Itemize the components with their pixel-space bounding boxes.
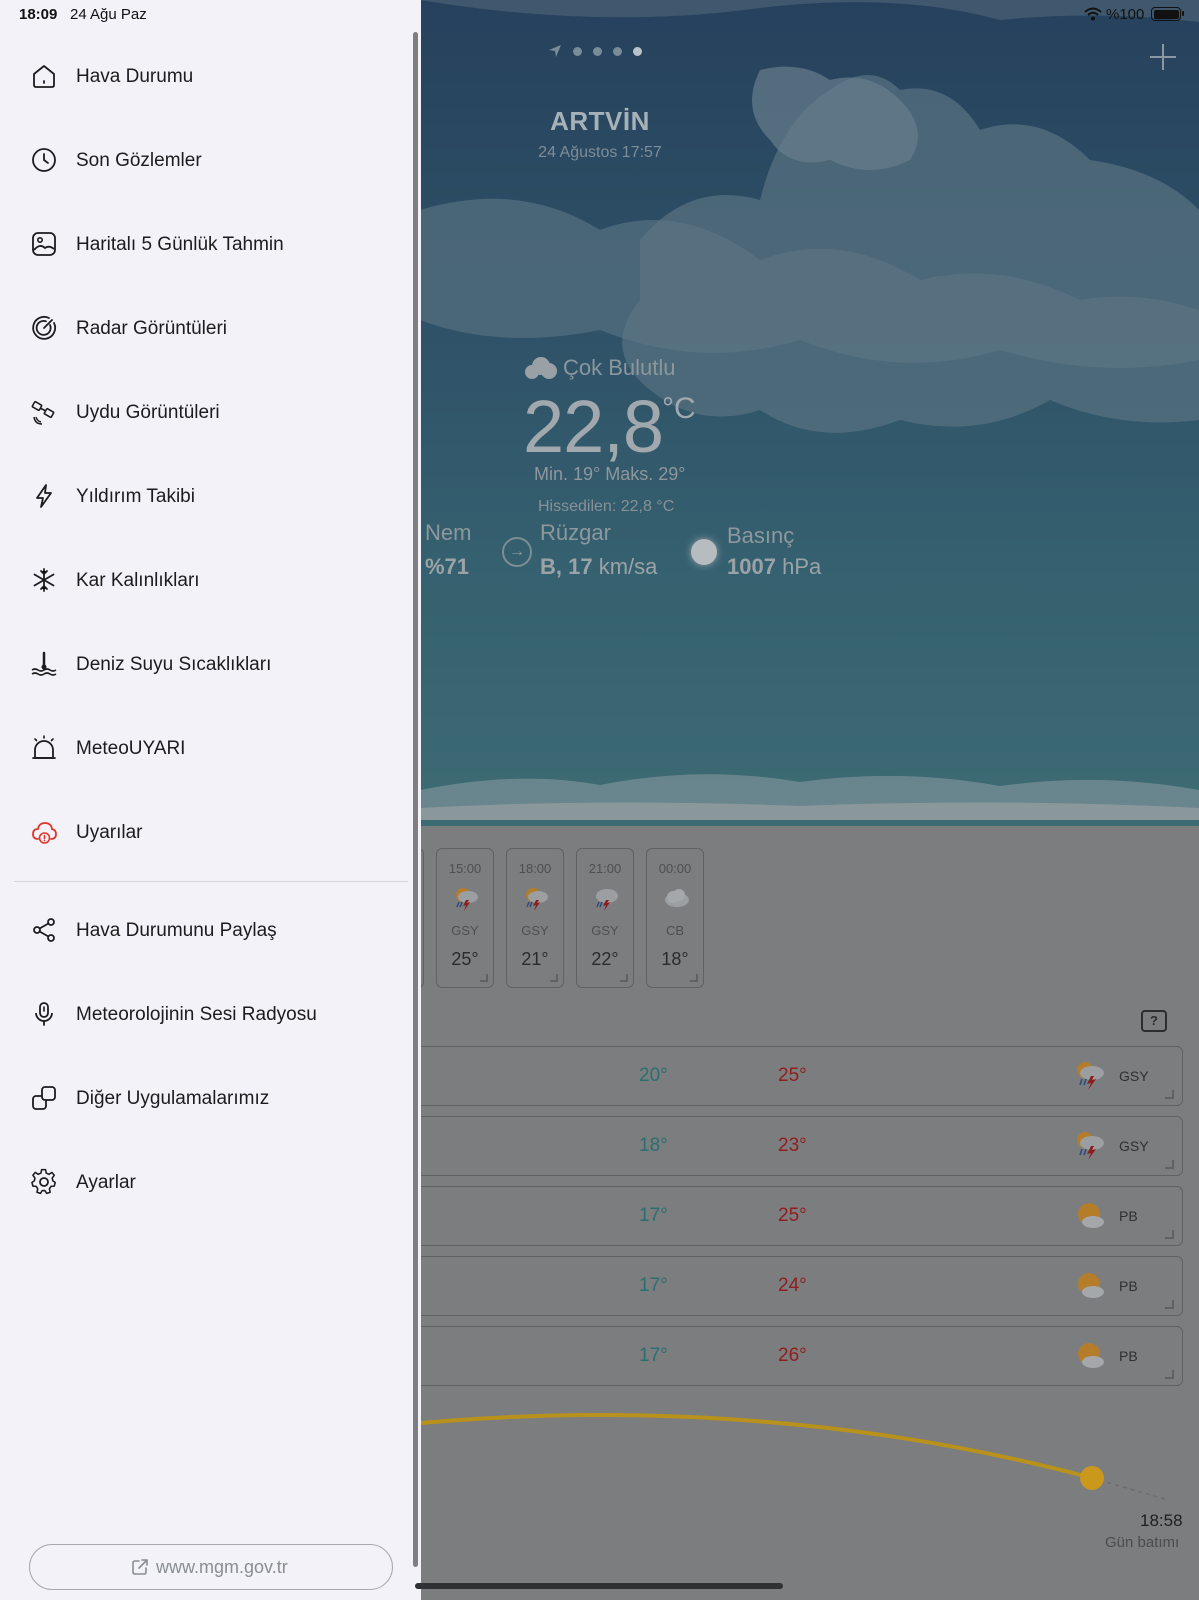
satellite-icon xyxy=(31,400,55,425)
menu-item-uydu[interactable]: Uydu Görüntüleri xyxy=(0,382,408,442)
partly-cloudy-icon xyxy=(1078,1273,1104,1298)
status-date: 24 Ağu Paz xyxy=(70,6,147,23)
radar-icon xyxy=(32,315,57,340)
page-indicator[interactable] xyxy=(548,44,642,58)
snowflake-icon xyxy=(33,568,55,592)
status-time: 18:09 xyxy=(19,6,58,23)
temperature-value: 22,8 xyxy=(523,385,664,468)
daily-row[interactable]: 17° 25° PB xyxy=(400,1186,1183,1246)
sea-thermometer-icon xyxy=(31,651,57,676)
menu-item-uygulamalar[interactable]: Diğer Uygulamalarımız xyxy=(0,1068,408,1128)
wifi-icon xyxy=(1084,7,1102,21)
navigation-drawer: Hava Durumu Son Gözlemler Haritalı 5 Gün… xyxy=(0,0,421,1600)
wind-value: B, 17 km/sa xyxy=(540,554,658,579)
thunder-rain-icon xyxy=(1077,1132,1104,1160)
feels-like: Hissedilen: 22,8 °C xyxy=(538,498,675,515)
menu-divider xyxy=(14,881,408,882)
gear-icon xyxy=(31,1168,56,1195)
warning-cloud-icon xyxy=(32,822,57,844)
menu-item-radar[interactable]: Radar Görüntüleri xyxy=(0,298,408,358)
home-indicator[interactable] xyxy=(415,1583,783,1589)
menu-item-meteouyari[interactable]: MeteoUYARI xyxy=(0,718,408,778)
alarm-icon xyxy=(32,735,56,759)
hourly-card[interactable]: 00:00 CB 18° xyxy=(646,848,704,988)
website-link-button[interactable]: www.mgm.gov.tr xyxy=(29,1544,393,1590)
thunder-rain-icon xyxy=(456,888,478,911)
clock-icon xyxy=(32,148,56,172)
hourly-card[interactable]: 15:00 GSY 25° xyxy=(436,848,494,988)
image-icon xyxy=(32,232,56,256)
cloud-icon xyxy=(665,889,689,907)
min-max-temp: Min. 19° Maks. 29° xyxy=(534,464,686,484)
humidity-label: Nem xyxy=(425,520,472,545)
partly-cloudy-icon xyxy=(1078,1203,1104,1228)
sun-position-icon xyxy=(1080,1466,1104,1490)
home-icon xyxy=(33,65,55,88)
thunder-rain-icon xyxy=(596,889,618,911)
drawer-scrollbar[interactable] xyxy=(413,32,418,1567)
menu-item-deniz-suyu[interactable]: Deniz Suyu Sıcaklıkları xyxy=(0,634,408,694)
sunset-label: Gün batımı xyxy=(1105,1534,1180,1551)
menu-item-yildirim[interactable]: Yıldırım Takibi xyxy=(0,466,408,526)
menu-item-paylas[interactable]: Hava Durumunu Paylaş xyxy=(0,900,408,960)
help-icon[interactable]: ? xyxy=(1141,1010,1167,1032)
wind-label: Rüzgar xyxy=(540,520,611,545)
battery-icon xyxy=(1151,7,1184,21)
condition: Çok Bulutlu xyxy=(525,355,676,381)
humidity-value: %71 xyxy=(425,554,470,579)
battery-percent: %100 xyxy=(1106,6,1145,23)
menu-item-son-gozlemler[interactable]: Son Gözlemler xyxy=(0,130,408,190)
cloud-icon xyxy=(525,357,557,379)
hourly-card[interactable]: 18:00 GSY 21° xyxy=(506,848,564,988)
external-link-icon xyxy=(132,1559,148,1575)
hourly-card[interactable]: 21:00 GSY 22° xyxy=(576,848,634,988)
temperature-unit: °C xyxy=(662,392,696,425)
menu-item-hava-durumu[interactable]: Hava Durumu xyxy=(0,46,408,106)
microphone-icon xyxy=(35,1002,53,1026)
menu-item-radyo[interactable]: Meteorolojinin Sesi Radyosu xyxy=(0,984,408,1044)
thunder-rain-icon xyxy=(1077,1062,1104,1090)
share-icon xyxy=(33,918,55,942)
city-name: ARTVİN xyxy=(550,106,650,136)
apps-icon xyxy=(32,1086,56,1110)
menu-item-haritali-tahmin[interactable]: Haritalı 5 Günlük Tahmin xyxy=(0,214,408,274)
lightning-icon xyxy=(36,484,52,508)
add-location-icon[interactable] xyxy=(1150,44,1176,70)
condition-text: Çok Bulutlu xyxy=(563,355,676,380)
update-time: 24 Ağustos 17:57 xyxy=(538,144,662,161)
daily-row[interactable]: 17° 24° PB xyxy=(400,1256,1183,1316)
wind-direction-icon: → xyxy=(502,537,532,567)
daily-row[interactable]: 20° 25° GSY xyxy=(400,1046,1183,1106)
menu-item-uyarilar[interactable]: Uyarılar xyxy=(0,802,408,862)
location-arrow-icon xyxy=(549,45,561,57)
pressure-label: Basınç xyxy=(727,523,795,548)
daily-row[interactable]: 17° 26° PB xyxy=(400,1326,1183,1386)
menu-item-kar[interactable]: Kar Kalınlıkları xyxy=(0,550,408,610)
pressure-value: 1007 hPa xyxy=(727,554,822,579)
partly-cloudy-icon xyxy=(1078,1343,1104,1368)
daily-row[interactable]: 18° 23° GSY xyxy=(400,1116,1183,1176)
menu-item-ayarlar[interactable]: Ayarlar xyxy=(0,1152,408,1212)
sunset-time: 18:58 xyxy=(1140,1511,1183,1530)
pressure-icon xyxy=(691,539,717,565)
thunder-rain-icon xyxy=(526,888,548,911)
